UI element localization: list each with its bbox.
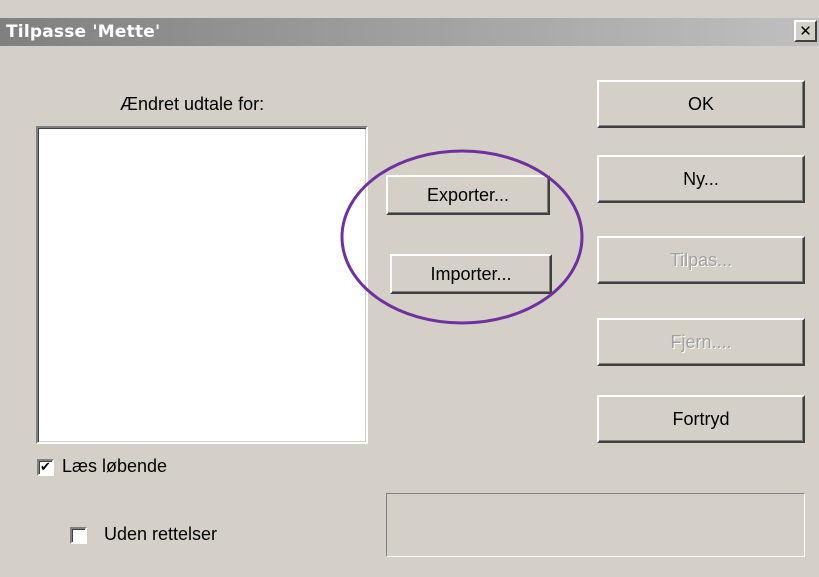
new-button[interactable]: Ny...: [597, 155, 805, 203]
read-continuously-label: Læs løbende: [62, 456, 168, 476]
list-label: Ændret udtale for:: [120, 94, 265, 114]
read-continuously-checkbox[interactable]: ✔: [37, 459, 54, 476]
undo-button-label: Fortryd: [672, 408, 730, 429]
customize-button[interactable]: Tilpas...: [597, 236, 805, 284]
title-bar[interactable]: Tilpasse 'Mette' ✕: [0, 18, 819, 46]
remove-button[interactable]: Fjern....: [597, 318, 805, 366]
export-button-label: Exporter...: [426, 184, 510, 205]
dialog-title: Tilpasse 'Mette': [6, 22, 161, 42]
new-button-label: Ny...: [683, 168, 719, 189]
close-button[interactable]: ✕: [794, 20, 817, 42]
export-button[interactable]: Exporter...: [386, 175, 550, 215]
ok-button-label: OK: [687, 93, 714, 114]
pronunciation-listbox[interactable]: [36, 126, 368, 444]
customize-button-label: Tilpas...: [669, 249, 733, 270]
import-button[interactable]: Importer...: [390, 254, 552, 294]
ok-button[interactable]: OK: [597, 80, 805, 128]
dialog-window: Tilpasse 'Mette' ✕ Ændret udtale for: OK…: [0, 0, 819, 577]
without-corrections-checkbox[interactable]: [70, 527, 87, 544]
checkmark-icon: ✔: [40, 460, 51, 475]
without-corrections-label: Uden rettelser: [104, 524, 218, 544]
import-button-label: Importer...: [430, 263, 512, 284]
status-field: [386, 493, 805, 557]
undo-button[interactable]: Fortryd: [597, 395, 805, 443]
remove-button-label: Fjern....: [670, 331, 732, 352]
close-icon: ✕: [799, 22, 812, 40]
